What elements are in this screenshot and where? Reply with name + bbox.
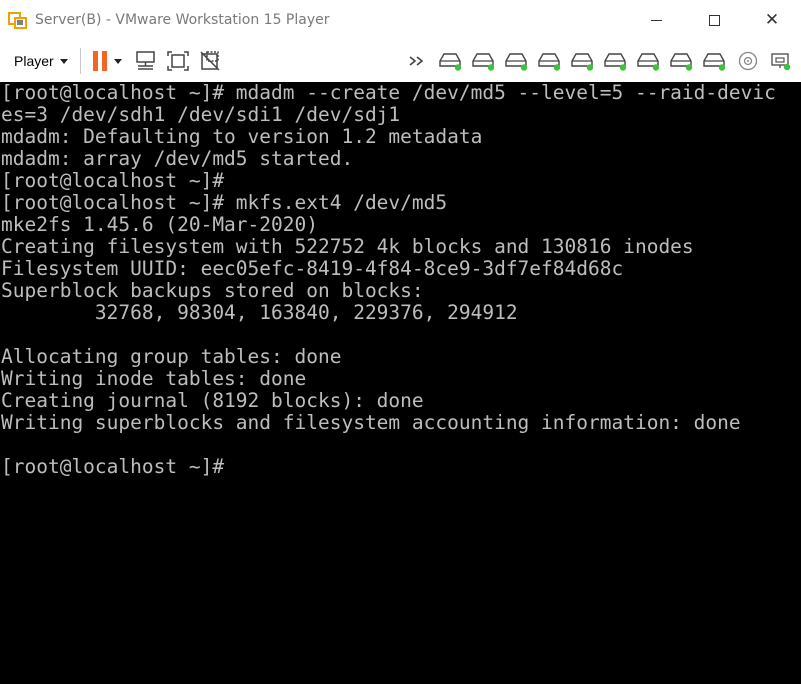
network-adapter-button[interactable]	[764, 46, 797, 76]
unity-icon	[200, 51, 220, 71]
hard-disk-6-icon	[603, 53, 626, 71]
window-controls: ✕	[627, 0, 801, 40]
device-tray	[401, 40, 797, 82]
console-prompt: [root@localhost ~]#	[1, 455, 225, 478]
hard-disk-5-button[interactable]	[566, 46, 599, 76]
minimize-icon	[650, 19, 662, 21]
chevron-down-icon	[59, 58, 68, 64]
hard-disk-1-icon	[438, 53, 461, 71]
console-line: Creating journal (8192 blocks): done	[1, 389, 424, 412]
hard-disk-9-icon	[702, 53, 725, 71]
console-line: Superblock backups stored on blocks:	[1, 279, 424, 302]
hard-disk-9-button[interactable]	[698, 46, 731, 76]
hard-disk-2-icon	[471, 53, 494, 71]
console-line: Allocating group tables: done	[1, 345, 342, 368]
hard-disk-7-button[interactable]	[632, 46, 665, 76]
console-line: 32768, 98304, 163840, 229376, 294912	[1, 301, 518, 324]
toolbar-divider	[79, 48, 81, 74]
fit-guest-button[interactable]	[162, 46, 194, 76]
hard-disk-7-icon	[636, 53, 659, 71]
send-ctrl-alt-del-icon	[135, 51, 155, 70]
pause-icon	[92, 51, 98, 71]
player-menu-label: Player	[14, 53, 54, 69]
hard-disk-1-button[interactable]	[434, 46, 467, 76]
cd-dvd-icon	[738, 51, 757, 71]
window-title: Server(B) - VMware Workstation 15 Player	[35, 12, 330, 28]
title-bar: Server(B) - VMware Workstation 15 Player…	[0, 0, 801, 40]
console-line: [root@localhost ~]# mkfs.ext4 /dev/md5	[1, 191, 448, 214]
vmware-app-icon	[8, 10, 28, 30]
hard-disk-4-button[interactable]	[533, 46, 566, 76]
hard-disk-3-icon	[504, 53, 527, 71]
hard-disk-3-button[interactable]	[500, 46, 533, 76]
hard-disk-8-icon	[669, 53, 692, 71]
vmware-player-window: Server(B) - VMware Workstation 15 Player…	[0, 0, 801, 684]
console-line: mke2fs 1.45.6 (20-Mar-2020)	[1, 213, 318, 236]
console-line: Writing inode tables: done	[1, 367, 307, 390]
power-options-chevron-icon[interactable]	[113, 58, 122, 64]
network-adapter-icon	[770, 53, 790, 71]
pause-button[interactable]	[92, 49, 107, 73]
maximize-button[interactable]	[685, 0, 743, 40]
console-line: Creating filesystem with 522752 4k block…	[1, 235, 694, 258]
console-line: mdadm: Defaulting to version 1.2 metadat…	[1, 125, 483, 148]
close-icon: ✕	[764, 9, 780, 30]
console-line: Filesystem UUID: eec05efc-8419-4f84-8ce9…	[1, 257, 624, 280]
maximize-icon	[708, 14, 720, 26]
minimize-button[interactable]	[627, 0, 685, 40]
console-line: es=3 /dev/sdh1 /dev/sdi1 /dev/sdj1	[1, 103, 401, 126]
player-menu-button[interactable]: Player	[6, 46, 76, 76]
console-line: Writing superblocks and filesystem accou…	[1, 411, 741, 434]
hard-disk-2-button[interactable]	[467, 46, 500, 76]
send-ctrl-alt-del-button[interactable]	[130, 46, 162, 76]
cd-dvd-button[interactable]	[731, 46, 764, 76]
console-line: mdadm: array /dev/md5 started.	[1, 147, 354, 170]
hard-disk-8-button[interactable]	[665, 46, 698, 76]
console-line: [root@localhost ~]# mdadm --create /dev/…	[1, 82, 776, 104]
unity-button[interactable]	[194, 46, 226, 76]
toolbar: Player	[0, 40, 801, 82]
more-devices-button[interactable]	[401, 46, 434, 76]
hard-disk-6-button[interactable]	[599, 46, 632, 76]
hard-disk-5-icon	[570, 53, 593, 71]
close-button[interactable]: ✕	[743, 0, 801, 40]
more-devices-icon	[409, 56, 423, 66]
hard-disk-4-icon	[537, 53, 560, 71]
fit-guest-icon	[166, 51, 189, 71]
console-line: [root@localhost ~]#	[1, 169, 225, 192]
vm-console[interactable]: [root@localhost ~]# mdadm --create /dev/…	[0, 82, 801, 684]
